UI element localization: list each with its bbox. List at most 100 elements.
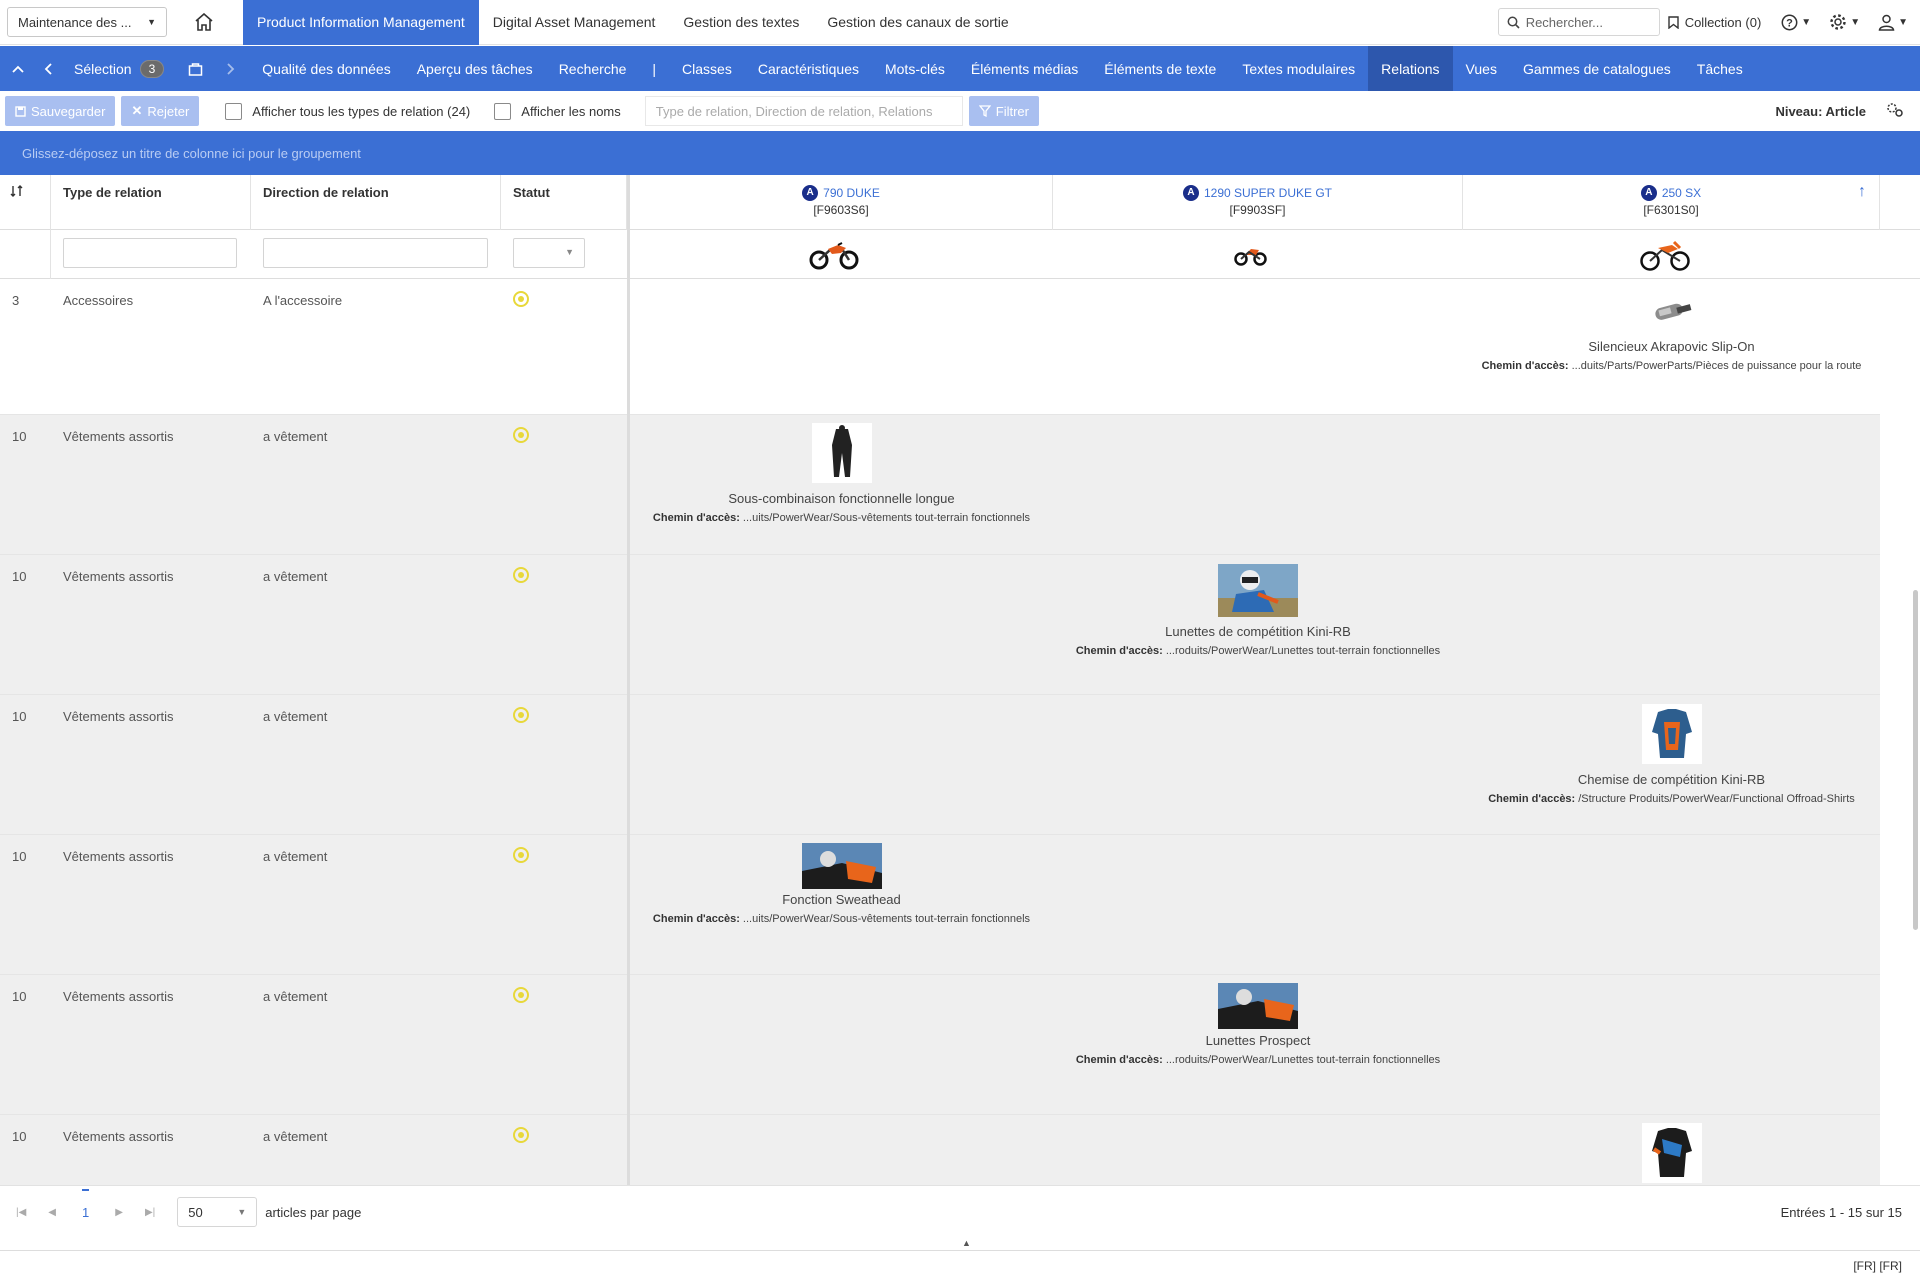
page-size-select[interactable]: 50 ▼ (177, 1197, 258, 1227)
column-header-relation-direction[interactable]: Direction de relation (251, 175, 501, 230)
nav-item-data-quality[interactable]: Qualité des données (249, 46, 403, 91)
table-row[interactable]: 10 Vêtements assortis a vêtement Lunette… (0, 975, 1880, 1115)
product-column-1290-super-duke-gt[interactable]: A 1290 SUPER DUKE GT [F9903SF] (1053, 175, 1463, 230)
back-button[interactable] (36, 46, 60, 91)
caret-down-icon: ▼ (237, 1207, 247, 1217)
chevron-up-icon (12, 65, 24, 73)
related-item[interactable]: Sous-combinaison fonctionnelle longue Ch… (630, 423, 1053, 524)
motorcycle-1290-super-duke-gt-image (1234, 249, 1267, 266)
save-button[interactable]: Sauvegarder (5, 96, 116, 126)
relation-type: Vêtements assortis (63, 709, 174, 724)
level-label: Niveau: Article (1775, 103, 1866, 119)
home-button[interactable] (176, 0, 231, 45)
search-input[interactable]: Rechercher... (1497, 8, 1660, 36)
product-column-250-sx[interactable]: A 250 SX [F6301S0] (1463, 175, 1880, 230)
motorcycle-790-duke-image (809, 242, 859, 270)
access-path-value: ...uits/PowerWear/Sous-vêtements tout-te… (742, 913, 1031, 925)
group-by-drop-zone[interactable]: Glissez-déposez un titre de colonne ici … (0, 131, 1920, 175)
checkbox-box[interactable] (225, 102, 243, 120)
relation-direction-filter-input[interactable] (263, 238, 488, 268)
related-item[interactable]: Fonction Sweathead Chemin d'accès: ...uit… (630, 843, 1053, 925)
status-filter-select[interactable]: ▼ (513, 238, 585, 268)
product-name[interactable]: 250 SX (1662, 186, 1701, 200)
product-name[interactable]: 1290 SUPER DUKE GT (1204, 186, 1332, 200)
last-page-icon[interactable]: ▶| (145, 1207, 155, 1218)
related-item[interactable] (1463, 1123, 1880, 1183)
column-settings-button[interactable] (1886, 102, 1904, 121)
reject-button[interactable]: ✕ Rejeter (121, 96, 200, 126)
settings-icon (1887, 102, 1903, 117)
tab-output-channels[interactable]: Gestion des canaux de sortie (813, 0, 1022, 45)
nav-item-media-elements[interactable]: Éléments médias (958, 46, 1091, 91)
nav-item-characteristics[interactable]: Caractéristiques (745, 46, 872, 91)
relation-count: 10 (12, 569, 27, 584)
column-header-relation-type[interactable]: Type de relation (51, 175, 251, 230)
related-item[interactable]: Lunettes de compétition Kini-RB Chemin d… (1053, 564, 1463, 657)
tab-pim[interactable]: Product Information Management (243, 0, 479, 45)
help-menu[interactable]: ? ▼ (1781, 14, 1811, 31)
nav-item-search[interactable]: Recherche (546, 46, 640, 91)
filter-input[interactable]: Type de relation, Direction de relation,… (644, 96, 963, 126)
checkbox-box[interactable] (494, 102, 512, 120)
product-column-790-duke[interactable]: A 790 DUKE [F9603S6] (630, 175, 1053, 230)
user-menu[interactable]: ▼ (1878, 14, 1908, 31)
column-header-status[interactable]: Statut (501, 175, 627, 230)
nav-item-views[interactable]: Vues (1453, 46, 1510, 91)
related-item[interactable]: Silencieux Akrapovic Slip-On Chemin d'ac… (1463, 293, 1880, 372)
nav-item-text-elements[interactable]: Éléments de texte (1091, 46, 1229, 91)
current-page[interactable]: 1 (82, 1188, 90, 1220)
tab-texts[interactable]: Gestion des textes (669, 0, 813, 45)
relation-type-filter-input[interactable] (63, 238, 237, 268)
reject-label: Rejeter (147, 103, 190, 119)
access-path-label: Chemin d'accès: (1075, 1054, 1163, 1066)
article-badge: A (1640, 185, 1657, 201)
nav-item-tasks[interactable]: Tâches (1684, 46, 1756, 91)
table-row[interactable]: 10 Vêtements assortis a vêtement (0, 1115, 1880, 1185)
nav-item-task-overview[interactable]: Aperçu des tâches (404, 46, 546, 91)
basket-button[interactable] (178, 46, 213, 91)
table-row[interactable]: 10 Vêtements assortis a vêtement Lunette… (0, 555, 1880, 695)
related-item-name: Lunettes Prospect (1205, 1033, 1311, 1048)
nav-item-catalog-ranges[interactable]: Gammes de catalogues (1510, 46, 1684, 91)
collection-button[interactable]: Collection (0) (1667, 15, 1761, 30)
settings-menu[interactable]: ▼ (1829, 13, 1860, 31)
selection-count-badge: 3 (139, 59, 165, 78)
sort-column[interactable] (0, 175, 51, 230)
relation-type: Vêtements assortis (63, 569, 174, 584)
selection-button[interactable]: Sélection 3 (60, 46, 178, 91)
first-page-icon[interactable]: |◀ (16, 1207, 26, 1218)
expand-panel-icon[interactable]: ▲ (962, 1238, 971, 1248)
nav-item-classes[interactable]: Classes (669, 46, 745, 91)
access-path: Chemin d'accès:/Structure Produits/Power… (1463, 793, 1880, 805)
table-row[interactable]: 10 Vêtements assortis a vêtement Chemise… (0, 695, 1880, 835)
arrow-up-icon[interactable]: ↑ (1858, 183, 1866, 201)
show-all-relation-types-checkbox[interactable]: Afficher tous les types de relation (24) (225, 102, 470, 120)
collapse-button[interactable] (0, 46, 36, 91)
access-path-label: Chemin d'accès: (652, 913, 740, 925)
show-names-checkbox[interactable]: Afficher les noms (494, 102, 621, 120)
page-size-value: 50 (188, 1204, 203, 1220)
product-name[interactable]: 790 DUKE (823, 186, 880, 200)
previous-page-icon[interactable]: ◀ (48, 1207, 56, 1218)
product-code: [F9903SF] (1229, 203, 1286, 217)
vertical-scrollbar[interactable] (1913, 590, 1918, 930)
maintenance-label: Maintenance des ... (18, 14, 132, 30)
forward-button[interactable] (213, 46, 249, 91)
nav-item-relations[interactable]: Relations (1368, 46, 1453, 91)
filter-button[interactable]: Filtrer (968, 96, 1039, 126)
table-row[interactable]: 10 Vêtements assortis a vêtement Sous-co… (0, 415, 1880, 555)
next-page-icon[interactable]: ▶ (115, 1207, 123, 1218)
nav-item-keywords[interactable]: Mots-clés (872, 46, 958, 91)
status-icon (513, 567, 529, 583)
maintenance-dropdown[interactable]: Maintenance des ... ▼ (7, 7, 167, 37)
nav-item-modular-texts[interactable]: Textes modulaires (1229, 46, 1368, 91)
relation-direction: a vêtement (263, 849, 328, 864)
table-row[interactable]: 10 Vêtements assortis a vêtement Fonctio… (0, 835, 1880, 975)
related-item[interactable]: Chemise de compétition Kini-RB Chemin d'… (1463, 704, 1880, 805)
related-item-name: Chemise de compétition Kini-RB (1577, 772, 1766, 787)
table-row[interactable]: 3 Accessoires A l'accessoire Silencieux … (0, 279, 1880, 415)
related-item[interactable]: Lunettes Prospect Chemin d'accès: ...rodu… (1053, 983, 1463, 1066)
save-label: Sauvegarder (31, 103, 106, 119)
tab-dam[interactable]: Digital Asset Management (479, 0, 670, 45)
close-icon: ✕ (131, 103, 143, 118)
